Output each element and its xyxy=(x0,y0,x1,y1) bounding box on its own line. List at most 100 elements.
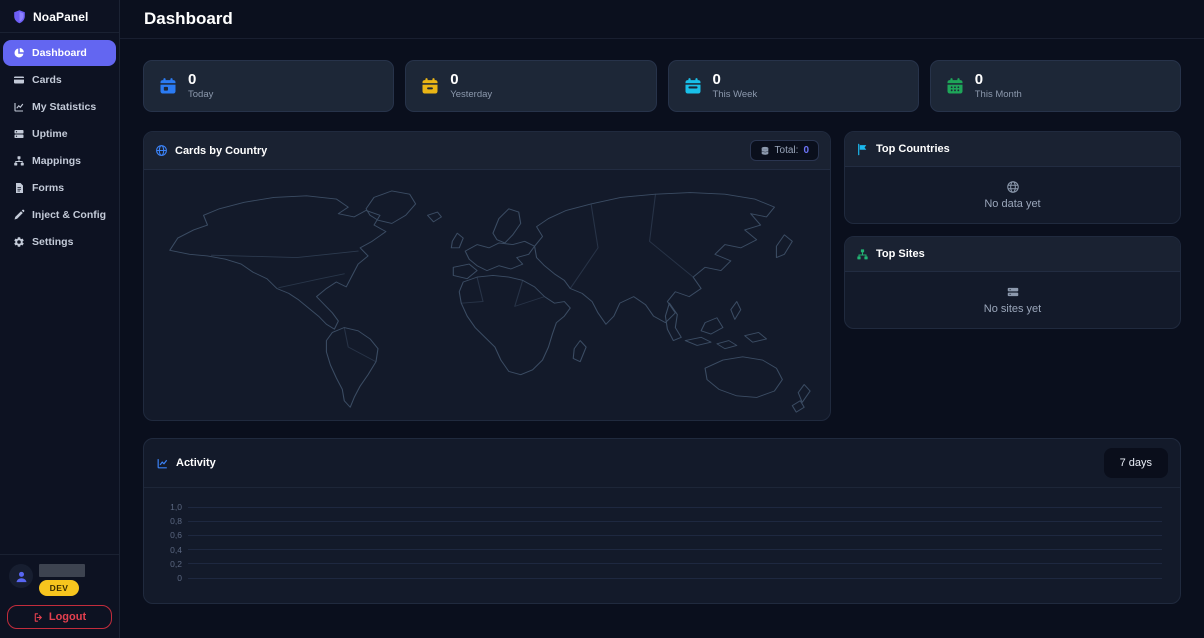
panel-title-text: Top Sites xyxy=(876,248,925,260)
top-sites-header: Top Sites xyxy=(845,237,1180,272)
app-logo: NoaPanel xyxy=(0,0,119,33)
server-gray-icon xyxy=(1006,285,1020,299)
sidebar-item-settings[interactable]: Settings xyxy=(3,229,116,255)
logout-label: Logout xyxy=(49,611,86,623)
stat-label: Yesterday xyxy=(450,90,492,101)
chart-line-icon xyxy=(13,101,25,113)
cards-by-country-header: Cards by Country Total: 0 xyxy=(144,132,830,170)
file-icon xyxy=(13,182,25,194)
gridline-row: 1,0 xyxy=(158,500,1162,514)
avatar xyxy=(9,564,33,588)
stat-value: 0 xyxy=(713,71,758,88)
top-countries-panel: Top Countries No data yet xyxy=(844,131,1181,224)
server-icon xyxy=(13,128,25,140)
y-tick: 0 xyxy=(158,573,182,583)
calendar-week-icon xyxy=(683,76,703,96)
world-map-svg xyxy=(150,173,824,417)
sidebar-item-forms[interactable]: Forms xyxy=(3,175,116,201)
app-name: NoaPanel xyxy=(33,10,89,24)
empty-text: No sites yet xyxy=(984,303,1041,315)
gridline-row: 0 xyxy=(158,571,1162,585)
user-row: DEV xyxy=(7,564,112,596)
shield-logo-icon xyxy=(12,9,27,24)
gridline-row: 0,4 xyxy=(158,543,1162,557)
calendar-day-icon xyxy=(158,76,178,96)
sidebar-nav: Dashboard Cards My Statistics Uptime xyxy=(0,33,119,262)
y-tick: 0,6 xyxy=(158,530,182,540)
activity-chart: 1,0 0,8 0,6 0,4 0,2 0 xyxy=(144,488,1180,603)
panel-title-text: Top Countries xyxy=(876,143,950,155)
stat-label: This Month xyxy=(975,90,1022,101)
empty-text: No data yet xyxy=(984,198,1040,210)
activity-header: Activity 7 days xyxy=(144,439,1180,488)
y-tick: 0,2 xyxy=(158,559,182,569)
gridline-row: 0,2 xyxy=(158,557,1162,571)
page-title: Dashboard xyxy=(144,9,233,29)
logout-icon xyxy=(33,612,44,623)
stat-card-today: 0 Today xyxy=(143,60,394,112)
sidebar-item-label: Settings xyxy=(32,236,73,248)
total-badge: Total: 0 xyxy=(750,140,819,161)
username-redacted xyxy=(39,564,85,577)
sidebar-item-label: Dashboard xyxy=(32,47,87,59)
cards-by-country-panel: Cards by Country Total: 0 xyxy=(143,131,831,421)
database-icon xyxy=(760,146,770,156)
globe-gray-icon xyxy=(1006,180,1020,194)
top-sites-empty: No sites yet xyxy=(845,272,1180,328)
user-meta: DEV xyxy=(39,564,85,596)
flag-icon xyxy=(856,143,869,156)
stat-label: Today xyxy=(188,90,213,101)
sidebar-item-dashboard[interactable]: Dashboard xyxy=(3,40,116,66)
sidebar-item-my-statistics[interactable]: My Statistics xyxy=(3,94,116,120)
total-label: Total: xyxy=(775,145,799,156)
stat-card-yesterday: 0 Yesterday xyxy=(405,60,656,112)
sidebar-item-cards[interactable]: Cards xyxy=(3,67,116,93)
gear-icon xyxy=(13,236,25,248)
credit-card-icon xyxy=(13,74,25,86)
sidebar: NoaPanel Dashboard Cards My Statistics xyxy=(0,0,120,638)
role-badge: DEV xyxy=(39,580,79,596)
sitemap-green-icon xyxy=(856,248,869,261)
logout-button[interactable]: Logout xyxy=(7,605,112,629)
sidebar-item-inject-config[interactable]: Inject & Config xyxy=(3,202,116,228)
panel-title-text: Cards by Country xyxy=(175,145,267,157)
calendar-minus-icon xyxy=(420,76,440,96)
sidebar-item-mappings[interactable]: Mappings xyxy=(3,148,116,174)
stat-card-this-week: 0 This Week xyxy=(668,60,919,112)
sidebar-item-label: Cards xyxy=(32,74,62,86)
stats-row: 0 Today 0 Yesterday xyxy=(143,60,1181,112)
mid-row: Cards by Country Total: 0 xyxy=(143,131,1181,421)
stat-label: This Week xyxy=(713,90,758,101)
sidebar-item-uptime[interactable]: Uptime xyxy=(3,121,116,147)
chart-grid: 1,0 0,8 0,6 0,4 0,2 0 xyxy=(158,500,1162,585)
sidebar-item-label: My Statistics xyxy=(32,101,96,113)
stat-card-this-month: 0 This Month xyxy=(930,60,1181,112)
stat-value: 0 xyxy=(188,71,213,88)
sidebar-item-label: Inject & Config xyxy=(32,209,106,221)
globe-icon xyxy=(155,144,168,157)
pen-icon xyxy=(13,209,25,221)
top-sites-panel: Top Sites No sites yet xyxy=(844,236,1181,329)
sitemap-icon xyxy=(13,155,25,167)
page-header: Dashboard xyxy=(120,0,1204,39)
gridline-row: 0,6 xyxy=(158,528,1162,542)
activity-chart-icon xyxy=(156,457,169,470)
range-selector-button[interactable]: 7 days xyxy=(1104,448,1168,478)
y-tick: 0,4 xyxy=(158,545,182,555)
world-map xyxy=(144,170,830,420)
y-tick: 0,8 xyxy=(158,516,182,526)
right-column: Top Countries No data yet xyxy=(844,131,1181,421)
total-value: 0 xyxy=(803,145,809,156)
calendar-month-icon xyxy=(945,76,965,96)
panel-title-text: Activity xyxy=(176,457,216,469)
gridline-row: 0,8 xyxy=(158,514,1162,528)
stat-value: 0 xyxy=(975,71,1022,88)
sidebar-footer: DEV Logout xyxy=(0,554,119,638)
sidebar-item-label: Uptime xyxy=(32,128,68,140)
sidebar-item-label: Mappings xyxy=(32,155,81,167)
activity-panel: Activity 7 days 1,0 0,8 0,6 0,4 xyxy=(143,438,1181,604)
stat-value: 0 xyxy=(450,71,492,88)
top-countries-empty: No data yet xyxy=(845,167,1180,223)
y-tick: 1,0 xyxy=(158,502,182,512)
person-icon xyxy=(14,569,29,584)
